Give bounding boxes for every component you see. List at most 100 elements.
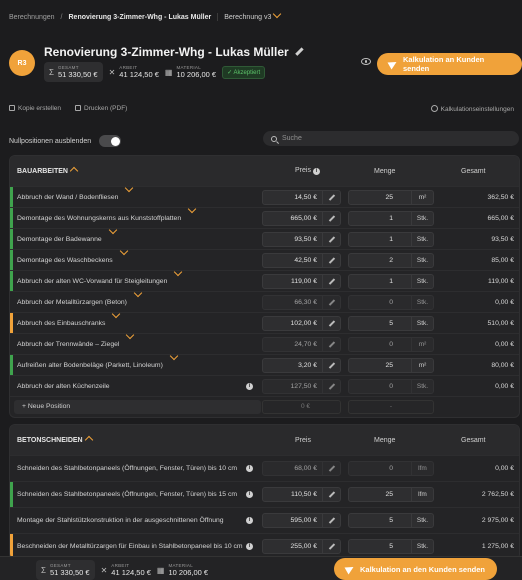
table-row[interactable]: Abbruch der Trennwände – Ziegel 24,70 € 0 m… — [10, 330, 519, 354]
quantity-field[interactable]: 25 m² — [348, 189, 434, 205]
footer-send-button[interactable]: Kalkulation an den Kunden senden — [334, 558, 498, 580]
price-field[interactable]: 102,00 € — [262, 315, 341, 331]
price-value: 110,50 € — [291, 491, 317, 498]
quantity-field[interactable]: 0 Stk. — [348, 378, 434, 394]
column-total: Gesamt — [461, 436, 486, 444]
pencil-icon[interactable] — [322, 253, 340, 267]
table-row[interactable]: Aufreißen alter Bodenbeläge (Parkett, Li… — [10, 351, 519, 375]
price-field[interactable]: 127,50 € — [262, 378, 341, 394]
info-icon[interactable]: i — [246, 543, 253, 550]
status-badge: ✓ Akzeptiert — [222, 65, 266, 79]
table-row[interactable]: Abbruch der alten WC-Vorwand für Steigle… — [10, 267, 519, 291]
pencil-icon[interactable] — [322, 514, 340, 527]
pencil-icon[interactable] — [322, 337, 340, 351]
section-header[interactable]: BETONSCHNEIDEN Preis Menge Gesamt — [10, 425, 519, 455]
price-field[interactable]: 110,50 € — [262, 487, 341, 502]
chevron-down-icon[interactable] — [119, 246, 128, 256]
copy-button[interactable]: Kopie erstellen — [9, 104, 61, 112]
table-row[interactable]: Abbruch des Einbauschranks 102,00 €5 Stk. 5… — [10, 309, 519, 333]
quantity-field[interactable]: 25 lfm — [348, 487, 434, 502]
print-button[interactable]: Drucken (PDF) — [75, 104, 127, 112]
send-to-client-button[interactable]: Kalkulation an Kunden senden — [377, 53, 522, 75]
quantity-field[interactable]: 5 Stk. — [348, 315, 434, 331]
price-field[interactable]: 255,00 € — [262, 539, 341, 554]
edit-title-icon[interactable] — [295, 48, 303, 56]
price-field[interactable]: 24,70 € — [262, 336, 341, 352]
info-icon[interactable]: i — [246, 465, 253, 472]
quantity-field[interactable]: 25 m² — [348, 357, 434, 373]
zero-positions-toggle[interactable] — [99, 135, 122, 147]
info-icon[interactable]: i — [246, 491, 253, 498]
price-field[interactable]: 595,00 € — [262, 513, 341, 528]
search-input[interactable]: Suche — [263, 131, 519, 146]
table-row[interactable]: Abbruch der Metalltürzargen (Beton) 66,30… — [10, 288, 519, 312]
price-field[interactable]: 66,30 € — [262, 294, 341, 310]
table-row[interactable]: Demontage der Badewanne 93,50 € 1 Stk. 93,50… — [10, 225, 519, 249]
chevron-down-icon[interactable] — [169, 351, 179, 361]
chevron-down-icon[interactable] — [125, 183, 134, 193]
pencil-icon[interactable] — [322, 540, 340, 553]
pencil-icon[interactable] — [322, 462, 340, 475]
quantity-field[interactable]: 1 Stk. — [348, 210, 434, 226]
table-row[interactable]: Schneiden des Stahlbetonpaneels (Öffnung… — [10, 455, 519, 481]
quantity-field[interactable]: 5 Stk. — [348, 539, 434, 554]
price-field[interactable]: 14,50 € — [262, 189, 341, 205]
chevron-down-icon[interactable] — [112, 309, 121, 319]
eye-icon[interactable] — [361, 58, 371, 65]
row-total: 362,50 € — [487, 193, 514, 201]
chevron-down-icon[interactable] — [108, 225, 117, 235]
quantity-field[interactable]: 2 Stk. — [348, 252, 434, 268]
chevron-down-icon[interactable] — [126, 330, 135, 340]
section-header[interactable]: BAUARBEITEN Preis i Menge Gesamt — [10, 156, 519, 186]
info-icon[interactable]: i — [246, 517, 253, 524]
pencil-icon[interactable] — [322, 232, 340, 246]
info-icon[interactable]: i — [246, 382, 253, 390]
quantity-value: 1 — [389, 214, 393, 222]
sigma-icon: Σ — [49, 67, 54, 77]
send-icon — [344, 563, 356, 575]
unit-label: Stk. — [411, 274, 433, 288]
price-field[interactable]: 68,00 € — [262, 461, 341, 476]
price-field[interactable]: 119,00 € — [262, 273, 341, 289]
chevron-down-icon[interactable] — [133, 288, 143, 298]
version-label: Berechnung v3 — [224, 14, 272, 21]
table-row[interactable]: Schneiden des Stahlbetonpaneels (Öffnung… — [10, 481, 519, 507]
price-field[interactable]: 93,50 € — [262, 231, 341, 247]
row-description: Abbruch der Trennwände – Ziegel — [17, 340, 120, 348]
row-total: 2 975,00 € — [481, 517, 514, 524]
quantity-value: 25 — [385, 491, 393, 498]
status-stripe — [10, 355, 13, 375]
table-row[interactable]: Demontage des Waschbeckens 42,50 € 2 Stk. 85… — [10, 246, 519, 270]
breadcrumb-root[interactable]: Berechnungen — [9, 14, 55, 21]
table-row[interactable]: Abbruch der alten Küchenzeile i 127,50 € 0 S… — [10, 375, 519, 396]
new-position-button[interactable]: + Neue Position — [14, 400, 261, 414]
quantity-field[interactable]: 0 lfm — [348, 461, 434, 476]
pencil-icon[interactable] — [322, 274, 340, 288]
pencil-icon[interactable] — [322, 488, 340, 501]
price-field[interactable]: 665,00 € — [262, 210, 341, 226]
chevron-down-icon[interactable] — [187, 204, 197, 214]
column-price: Preis i — [295, 167, 320, 175]
price-value: 665,00 € — [290, 214, 317, 222]
pencil-icon[interactable] — [322, 379, 340, 393]
tools-icon: ✕ — [108, 67, 116, 77]
version-selector[interactable]: Berechnung v3 — [217, 9, 282, 21]
quantity-field[interactable]: 1 Stk. — [348, 273, 434, 289]
chevron-down-icon[interactable] — [174, 267, 183, 277]
pencil-icon[interactable] — [322, 211, 340, 225]
price-field[interactable]: 3,20 € — [262, 357, 341, 373]
table-row[interactable]: Abbruch der Wand / Bodenfliesen 14,50 € 25… — [10, 183, 519, 207]
pencil-icon[interactable] — [322, 358, 340, 372]
price-value: 119,00 € — [291, 277, 317, 285]
table-row[interactable]: Demontage des Wohnungskerns aus Kunststo… — [10, 204, 519, 228]
quantity-field[interactable]: 5 Stk. — [348, 513, 434, 528]
quantity-field[interactable]: 1 Stk. — [348, 231, 434, 247]
quantity-field[interactable]: 0 Stk. — [348, 294, 434, 310]
table-row[interactable]: Montage der Stahlstützkonstruktion in de… — [10, 507, 519, 533]
quantity-field[interactable]: 0 m² — [348, 336, 434, 352]
pencil-icon[interactable] — [322, 316, 340, 330]
pencil-icon[interactable] — [322, 190, 340, 204]
settings-button[interactable]: Kalkulationseinstellungen — [430, 104, 514, 113]
pencil-icon[interactable] — [322, 295, 340, 309]
price-field[interactable]: 42,50 € — [262, 252, 341, 268]
